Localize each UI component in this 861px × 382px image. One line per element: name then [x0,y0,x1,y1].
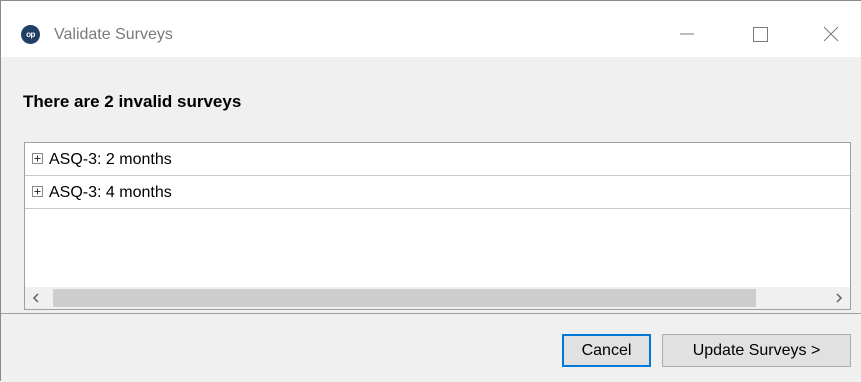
scroll-left-button[interactable] [25,287,49,309]
tree-item[interactable]: ASQ-3: 4 months [25,176,850,209]
close-button[interactable] [808,13,854,53]
chevron-right-icon [836,293,843,303]
minimize-icon [680,33,694,35]
survey-tree[interactable]: ASQ-3: 2 months ASQ-3: 4 months [24,142,851,310]
title-bar[interactable]: op Validate Surveys [1,1,861,57]
maximize-button[interactable] [738,13,784,53]
dialog-content: There are 2 invalid surveys ASQ-3: 2 mon… [1,57,861,312]
update-surveys-button[interactable]: Update Surveys > [662,334,851,367]
plus-box-icon[interactable] [32,153,43,164]
scroll-right-button[interactable] [826,287,850,309]
cancel-button[interactable]: Cancel [562,334,651,367]
minimize-button[interactable] [666,13,712,53]
horizontal-scrollbar[interactable] [25,287,850,309]
app-logo-icon: op [21,25,40,44]
maximize-icon [753,27,768,42]
dialog-window: op Validate Surveys There are 2 invalid … [0,0,861,382]
tree-item-label: ASQ-3: 4 months [49,184,172,201]
tree-item[interactable]: ASQ-3: 2 months [25,143,850,176]
invalid-surveys-heading: There are 2 invalid surveys [23,92,242,111]
window-title: Validate Surveys [54,26,173,43]
chevron-left-icon [32,293,39,303]
dialog-footer: Cancel Update Surveys > [1,314,861,382]
tree-item-label: ASQ-3: 2 months [49,151,172,168]
scroll-thumb[interactable] [53,289,756,307]
plus-box-icon[interactable] [32,186,43,197]
close-icon [823,26,839,42]
